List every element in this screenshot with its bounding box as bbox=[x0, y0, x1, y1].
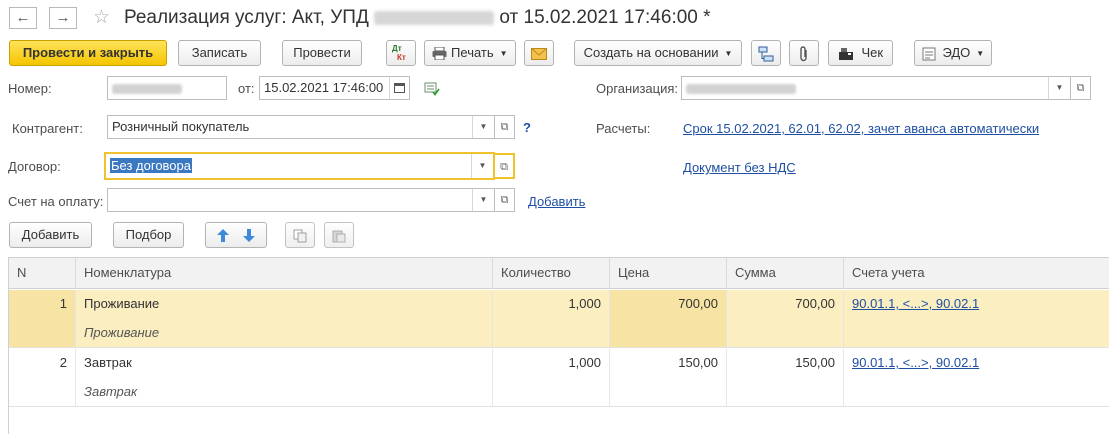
chevron-down-icon: ▼ bbox=[976, 48, 985, 58]
price: 700,00 bbox=[678, 296, 718, 311]
counterparty-label: Контрагент: bbox=[12, 121, 83, 136]
paperclip-icon bbox=[800, 45, 807, 61]
cash-register-icon bbox=[838, 48, 853, 61]
invoice-open-button[interactable]: ⧉ bbox=[495, 188, 515, 212]
edo-icon bbox=[922, 47, 936, 61]
item-content: Завтрак bbox=[84, 384, 138, 399]
favorite-star-icon[interactable]: ☆ bbox=[93, 6, 110, 29]
move-buttons bbox=[205, 222, 267, 248]
hierarchy-icon bbox=[758, 46, 774, 62]
quantity: 1,000 bbox=[568, 296, 601, 311]
receipt-button[interactable]: Чек bbox=[828, 40, 893, 66]
item-name: Завтрак bbox=[84, 355, 132, 370]
envelope-icon bbox=[531, 47, 547, 60]
organization-field[interactable]: ▼ bbox=[681, 76, 1071, 100]
invoice-dropdown-button[interactable]: ▼ bbox=[472, 189, 494, 211]
document-status-icon[interactable] bbox=[424, 82, 440, 99]
arrow-up-icon[interactable] bbox=[210, 223, 236, 247]
number-field[interactable] bbox=[107, 76, 227, 100]
contract-label: Договор: bbox=[8, 159, 61, 174]
table-header: N Номенклатура Количество Цена Сумма Сче… bbox=[9, 258, 1109, 289]
open-external-icon: ⧉ bbox=[500, 161, 508, 173]
post-button[interactable]: Провести bbox=[282, 40, 362, 66]
table-row[interactable]: 1 Проживание Проживание 1,000 700,00 700… bbox=[9, 290, 1109, 348]
redacted-number bbox=[374, 10, 495, 25]
invoice-label: Счет на оплату: bbox=[8, 194, 104, 209]
copy-row-button[interactable] bbox=[285, 222, 315, 248]
item-content: Проживание bbox=[84, 325, 160, 340]
calendar-button[interactable] bbox=[389, 77, 409, 99]
add-row-button[interactable]: Добавить bbox=[9, 222, 92, 248]
contract-field[interactable]: Без договора ▼ bbox=[104, 152, 495, 180]
chevron-down-icon: ▼ bbox=[724, 48, 733, 58]
email-button[interactable] bbox=[524, 40, 554, 66]
copy-icon bbox=[293, 229, 307, 243]
date-field[interactable]: 15.02.2021 17:46:00 bbox=[259, 76, 410, 100]
dt-kt-button[interactable]: Дт Кт bbox=[386, 40, 416, 66]
quantity: 1,000 bbox=[568, 355, 601, 370]
open-external-icon: ⧉ bbox=[500, 121, 509, 133]
item-name: Проживание bbox=[84, 296, 160, 311]
arrow-down-icon[interactable] bbox=[236, 223, 262, 247]
redacted-organization bbox=[686, 83, 796, 94]
edo-button[interactable]: ЭДО ▼ bbox=[914, 40, 992, 66]
create-based-on-button[interactable]: Создать на основании ▼ bbox=[574, 40, 742, 66]
help-icon[interactable]: ? bbox=[523, 120, 531, 135]
vat-document-link[interactable]: Документ без НДС bbox=[683, 160, 796, 175]
number-label: Номер: bbox=[8, 81, 52, 96]
contract-dropdown-button[interactable]: ▼ bbox=[471, 154, 493, 178]
contract-open-button[interactable]: ⧉ bbox=[495, 153, 515, 179]
paste-icon bbox=[332, 230, 346, 243]
redacted-number bbox=[112, 83, 182, 94]
calendar-icon bbox=[394, 83, 405, 93]
organization-dropdown-button[interactable]: ▼ bbox=[1048, 77, 1070, 99]
accounts-link[interactable]: 90.01.1, <...>, 90.02.1 bbox=[852, 355, 979, 370]
row-number: 1 bbox=[59, 296, 67, 311]
organization-label: Организация: bbox=[596, 81, 679, 96]
column-header[interactable]: Цена bbox=[610, 258, 727, 289]
row-number: 2 bbox=[59, 355, 67, 370]
counterparty-field[interactable]: Розничный покупатель ▼ bbox=[107, 115, 495, 139]
date-from-label: от: bbox=[238, 81, 255, 96]
column-header[interactable]: Количество bbox=[493, 258, 610, 289]
column-header[interactable]: N bbox=[9, 258, 76, 289]
dt-kt-icon: Дт Кт bbox=[392, 44, 406, 62]
settlements-label: Расчеты: bbox=[596, 121, 651, 136]
arrow-left-icon: ← bbox=[15, 9, 31, 26]
back-button[interactable]: ← bbox=[9, 7, 37, 29]
save-button[interactable]: Записать bbox=[178, 40, 261, 66]
structure-button[interactable] bbox=[751, 40, 781, 66]
sum: 700,00 bbox=[795, 296, 835, 311]
paste-row-button[interactable] bbox=[324, 222, 354, 248]
settlements-link[interactable]: Срок 15.02.2021, 62.01, 62.02, зачет ава… bbox=[683, 121, 1039, 136]
forward-button[interactable]: → bbox=[49, 7, 77, 29]
pick-button[interactable]: Подбор bbox=[113, 222, 184, 248]
sum: 150,00 bbox=[795, 355, 835, 370]
post-and-close-button[interactable]: Провести и закрыть bbox=[9, 40, 167, 66]
chevron-down-icon: ▼ bbox=[499, 48, 508, 58]
open-external-icon: ⧉ bbox=[1076, 82, 1085, 94]
open-external-icon: ⧉ bbox=[500, 194, 509, 206]
column-header[interactable]: Номенклатура bbox=[76, 258, 493, 289]
window-title: Реализация услуг: Акт, УПД от 15.02.2021… bbox=[124, 7, 711, 28]
table-row[interactable]: 2 Завтрак Завтрак 1,000 150,00 150,00 90… bbox=[9, 349, 1109, 407]
arrow-right-icon: → bbox=[55, 9, 71, 26]
column-header[interactable]: Счета учета bbox=[844, 258, 1109, 289]
printer-icon bbox=[432, 47, 447, 61]
organization-open-button[interactable]: ⧉ bbox=[1071, 76, 1091, 100]
print-button[interactable]: Печать ▼ bbox=[424, 40, 516, 66]
invoice-add-link[interactable]: Добавить bbox=[528, 194, 585, 209]
accounts-link[interactable]: 90.01.1, <...>, 90.02.1 bbox=[852, 296, 979, 311]
price: 150,00 bbox=[678, 355, 718, 370]
goods-table: N Номенклатура Количество Цена Сумма Сче… bbox=[8, 257, 1109, 434]
invoice-field[interactable]: ▼ bbox=[107, 188, 495, 212]
column-header[interactable]: Сумма bbox=[727, 258, 844, 289]
counterparty-open-button[interactable]: ⧉ bbox=[495, 115, 515, 139]
counterparty-dropdown-button[interactable]: ▼ bbox=[472, 116, 494, 138]
attach-button[interactable] bbox=[789, 40, 819, 66]
